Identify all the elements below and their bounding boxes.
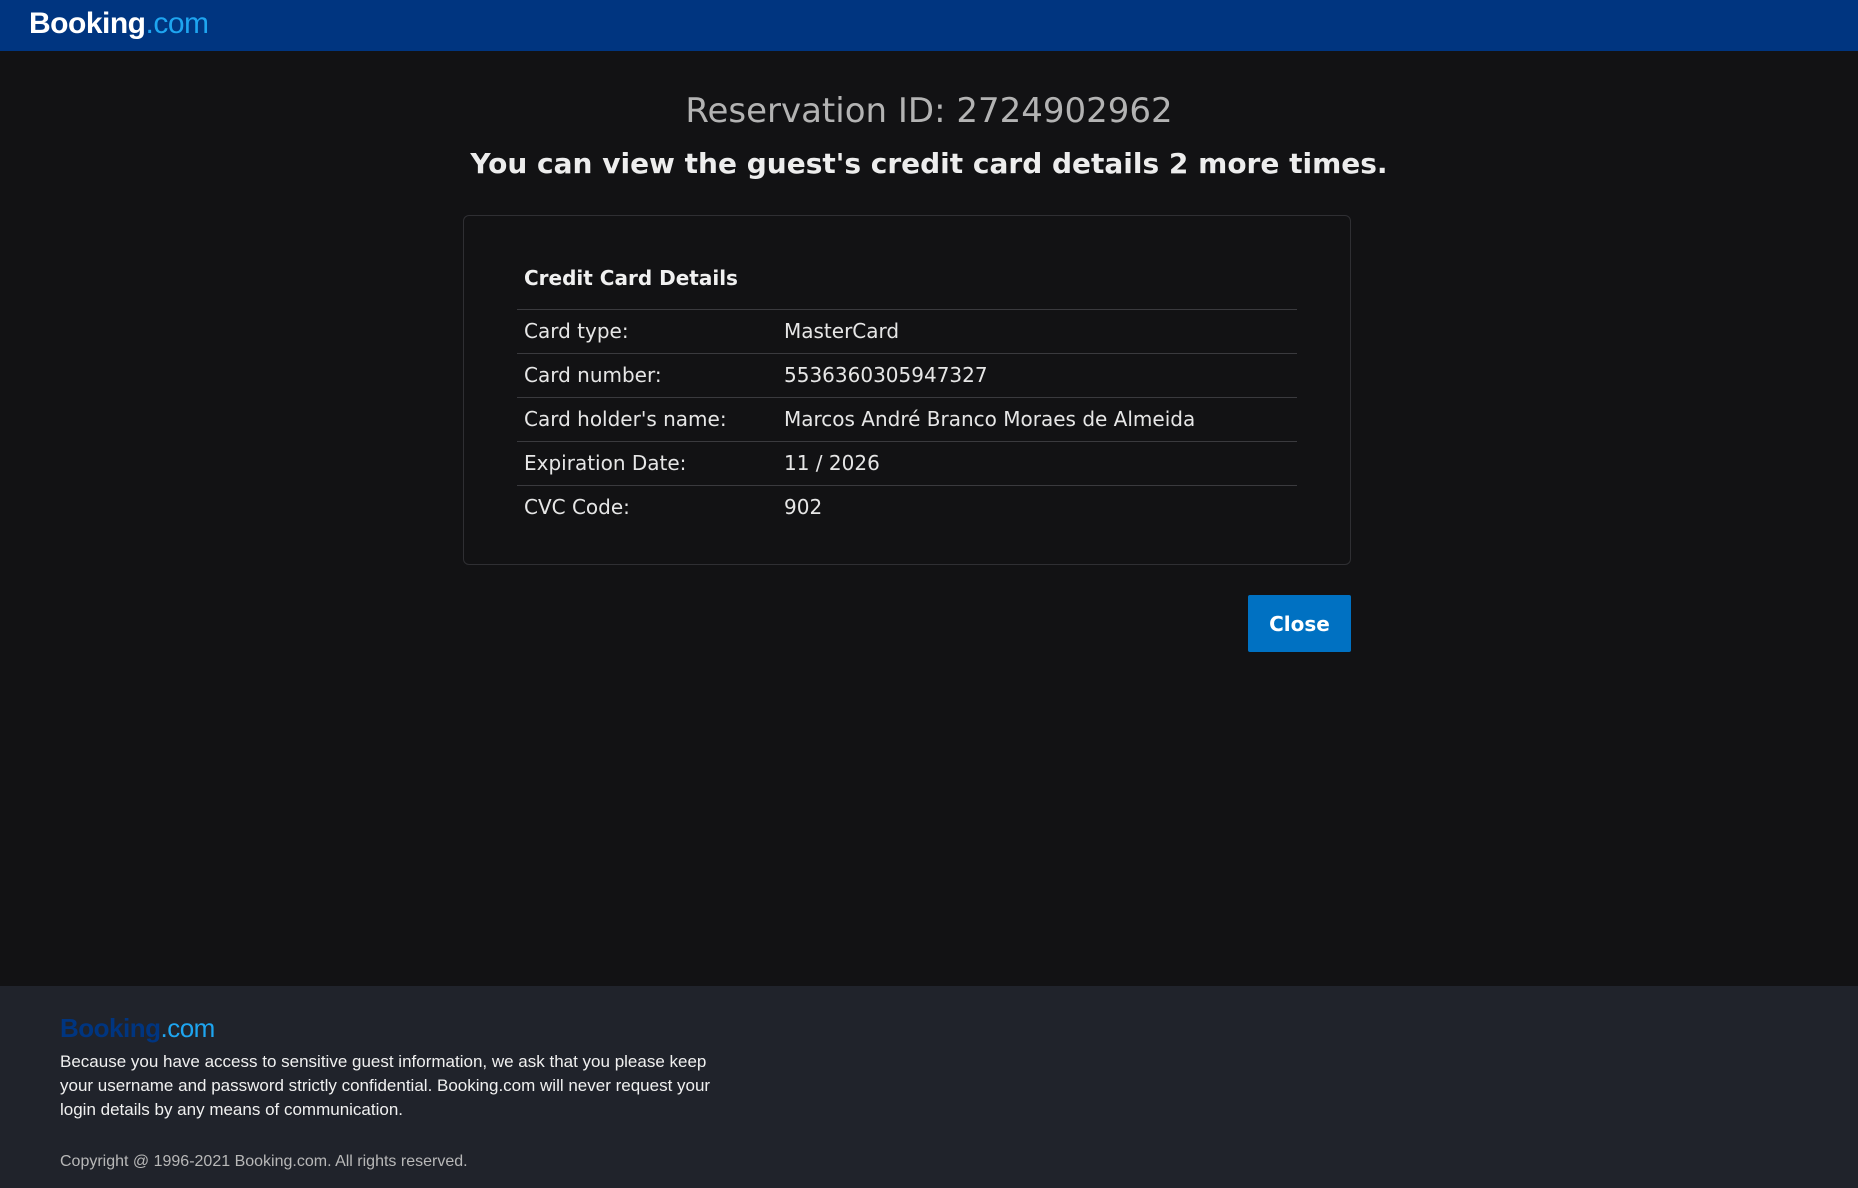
card-details-title: Credit Card Details — [524, 266, 738, 290]
logo-main-text: Booking — [29, 7, 146, 40]
row-label: CVC Code: — [524, 495, 630, 519]
card-number-row: Card number: 5536360305947327 — [517, 353, 1297, 397]
row-label: Card type: — [524, 319, 629, 343]
row-label: Card number: — [524, 363, 662, 387]
footer: Booking.com Because you have access to s… — [0, 986, 1858, 1188]
row-label: Expiration Date: — [524, 451, 687, 475]
card-details-table: Card type: MasterCard Card number: 55363… — [517, 309, 1297, 529]
expiration-date-row: Expiration Date: 11 / 2026 — [517, 441, 1297, 485]
security-notice: Because you have access to sensitive gue… — [60, 1052, 711, 1119]
row-value: 5536360305947327 — [784, 363, 988, 387]
footer-logo-main-text: Booking — [60, 1013, 161, 1043]
row-label: Card holder's name: — [524, 407, 727, 431]
credit-card-details-panel: Credit Card Details Card type: MasterCar… — [463, 215, 1351, 565]
close-button[interactable]: Close — [1248, 595, 1351, 652]
row-value: 902 — [784, 495, 823, 519]
main-content: Reservation ID: 2724902962 You can view … — [0, 51, 1858, 986]
card-holder-row: Card holder's name: Marcos André Branco … — [517, 397, 1297, 441]
card-type-row: Card type: MasterCard — [517, 309, 1297, 353]
cvc-code-row: CVC Code: 902 — [517, 485, 1297, 529]
footer-logo-suffix-text: .com — [160, 1013, 216, 1043]
footer-booking-logo: Booking.com — [60, 1015, 215, 1041]
logo-suffix-text: .com — [145, 7, 210, 40]
copyright-text: Copyright @ 1996-2021 Booking.com. All r… — [60, 1153, 468, 1170]
row-value: MasterCard — [784, 319, 900, 343]
booking-logo[interactable]: Booking.com — [29, 9, 209, 39]
reservation-id-heading: Reservation ID: 2724902962 — [685, 91, 1173, 131]
row-value: 11 / 2026 — [784, 451, 880, 475]
row-value: Marcos André Branco Moraes de Almeida — [784, 407, 1196, 431]
view-count-note: You can view the guest's credit card det… — [470, 147, 1388, 180]
top-bar: Booking.com — [0, 0, 1858, 51]
